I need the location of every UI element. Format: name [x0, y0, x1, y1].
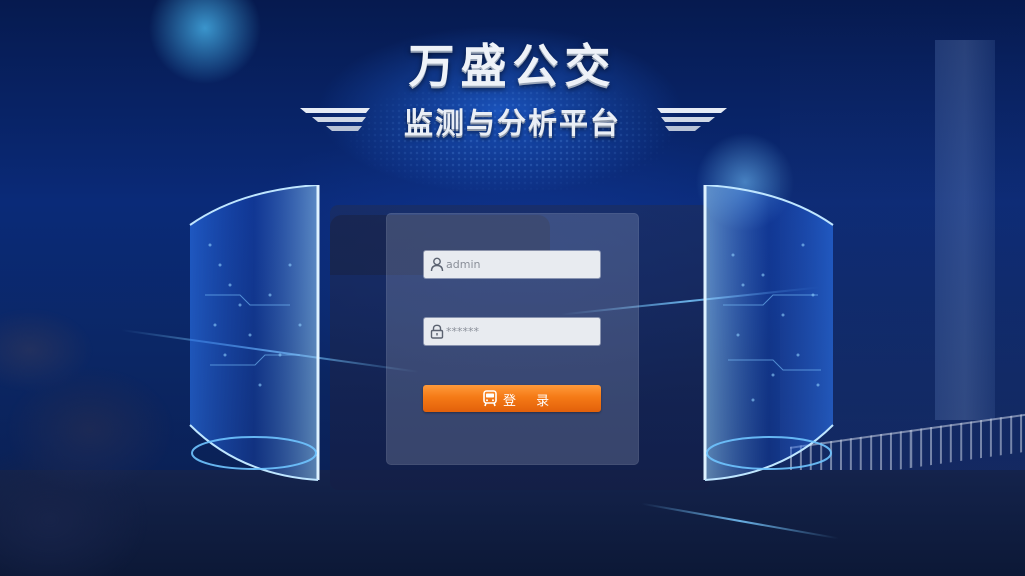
tower-background — [935, 40, 995, 420]
username-field[interactable] — [424, 251, 600, 278]
password-field[interactable] — [424, 318, 600, 345]
login-screen: 万盛公交 监测与分析平台 admin ****** 登 录 — [0, 0, 1025, 576]
wing-decoration-right — [657, 108, 727, 131]
glass-cylinder-left — [180, 185, 320, 485]
wing-decoration-left — [300, 108, 370, 131]
user-icon — [430, 257, 444, 272]
login-button[interactable]: 登 录 — [423, 385, 601, 412]
login-button-label: 登 录 — [503, 394, 558, 409]
lock-icon — [430, 324, 444, 339]
subtitle-row: 监测与分析平台 — [0, 100, 1025, 140]
password-input[interactable] — [446, 318, 596, 345]
app-title: 万盛公交 — [408, 39, 617, 93]
app-subtitle: 监测与分析平台 — [403, 106, 621, 140]
username-input[interactable] — [446, 251, 596, 278]
bus-icon — [482, 390, 498, 407]
glass-cylinder-right — [703, 185, 843, 485]
